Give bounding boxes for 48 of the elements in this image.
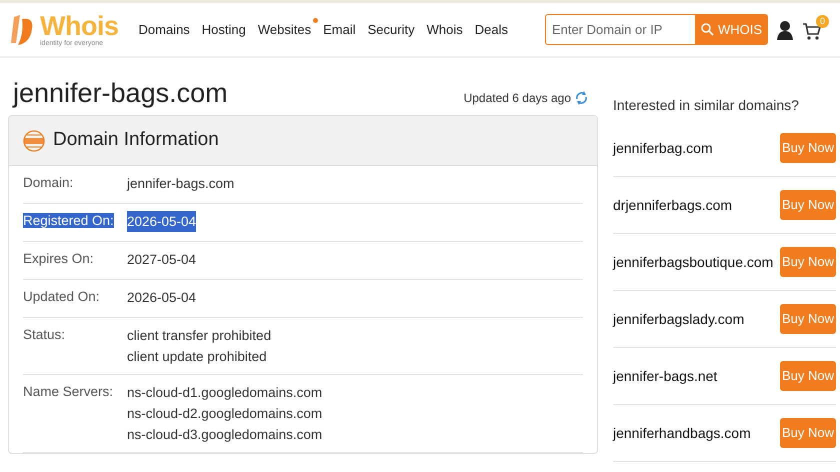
field-value: 2027-05-04: [127, 251, 196, 269]
field-label: Registered On:: [23, 213, 114, 228]
field-label: Status:: [23, 327, 66, 342]
field-value: ns-cloud-d2.googledomains.com: [127, 405, 322, 423]
field-label: Name Servers:: [23, 384, 114, 399]
logo-text[interactable]: Whois: [40, 12, 118, 40]
domain-suggestion: jennifer-bags.net: [613, 366, 718, 386]
field-value: client transfer prohibited: [127, 327, 272, 345]
domain-suggestion: jenniferhandbags.com: [613, 424, 751, 443]
similar-domains-heading: Interested in similar domains?: [613, 96, 800, 115]
nav-link[interactable]: Email: [319, 20, 360, 40]
buy-now-button[interactable]: Buy Now: [780, 418, 836, 448]
updated-text: Updated 6 days ago: [464, 90, 571, 107]
whois-button[interactable]: WHOIS: [694, 14, 768, 45]
field-value: client update prohibited: [127, 348, 267, 366]
field-value: ns-cloud-d1.googledomains.com: [127, 384, 322, 402]
domain-suggestion: jenniferbagsboutique.com: [613, 252, 774, 272]
field-label: Updated On:: [23, 289, 100, 304]
www-globe-icon: [23, 130, 45, 152]
nav-link[interactable]: Security: [364, 20, 419, 40]
field-value: jennifer-bags.com: [127, 175, 234, 193]
domain-suggestion: jenniferbagslady.com: [613, 310, 744, 329]
nav-link[interactable]: Deals: [470, 20, 512, 40]
buy-now-button[interactable]: Buy Now: [780, 133, 836, 163]
user-icon[interactable]: [776, 20, 794, 40]
buy-now-button[interactable]: Buy Now: [780, 247, 836, 277]
field-label: Domain:: [23, 175, 74, 190]
refresh-icon[interactable]: [575, 91, 588, 105]
nav-link[interactable]: Domains: [134, 20, 194, 40]
buy-now-button[interactable]: Buy Now: [780, 361, 836, 391]
nav-link[interactable]: Hosting: [198, 20, 250, 40]
cart-icon[interactable]: [802, 21, 822, 42]
field-value: ns-cloud-d3.googledomains.com: [127, 426, 322, 444]
cart-count-badge: 0: [816, 14, 829, 28]
buy-now-button[interactable]: Buy Now: [780, 304, 836, 334]
domain-title: jennifer-bags.com: [13, 80, 228, 107]
search-icon: [700, 23, 714, 36]
field-value: 2026-05-04: [127, 289, 196, 307]
domain-suggestion: drjenniferbags.com: [613, 196, 732, 215]
notification-dot: [313, 18, 318, 23]
buy-now-button[interactable]: Buy Now: [780, 190, 836, 220]
domain-suggestion: jenniferbag.com: [613, 138, 713, 158]
nav-link[interactable]: Whois: [422, 20, 467, 40]
field-value: 2026-05-04: [127, 211, 196, 232]
card-title: Domain Information: [53, 128, 219, 152]
nav-link[interactable]: Websites: [254, 20, 316, 40]
field-label: Expires On:: [23, 251, 94, 266]
search-field[interactable]: Enter Domain or IP: [544, 14, 695, 45]
